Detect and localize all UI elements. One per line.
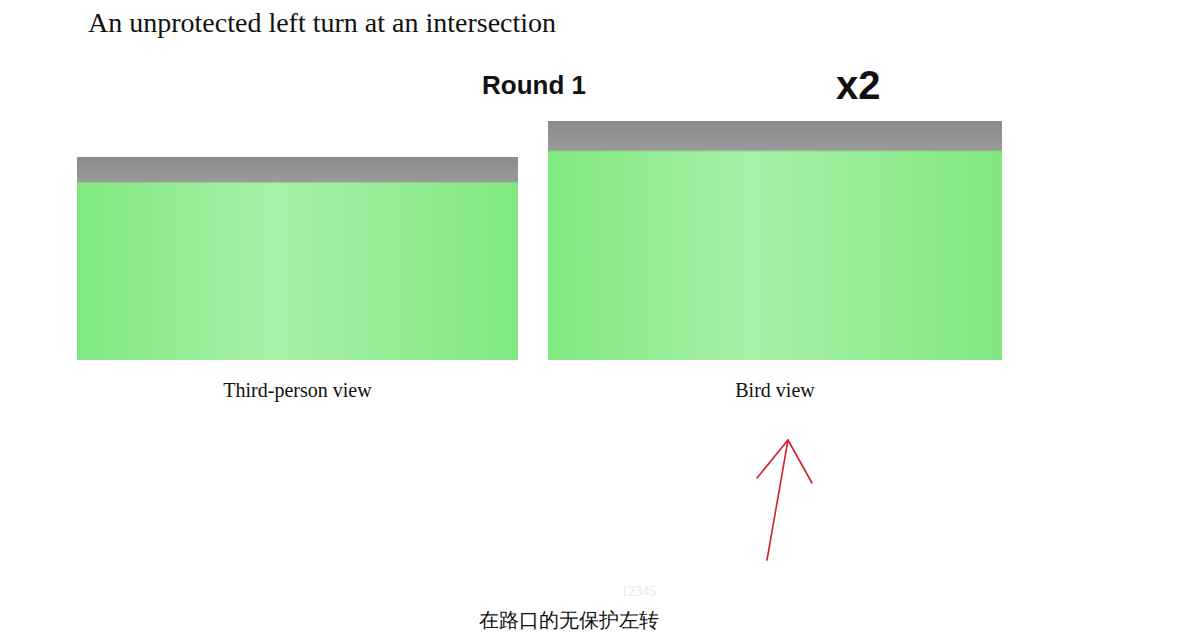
simulation-frame — [548, 121, 1002, 360]
figure: Bird view — [548, 121, 1002, 402]
annotation-arrow-icon — [750, 430, 820, 570]
figure-caption: Bird view — [735, 378, 814, 402]
slide-title: An unprotected left turn at an intersect… — [0, 0, 1187, 40]
watermark: 12345 — [621, 583, 656, 601]
footer: 12345 在路口的无保护左转 — [0, 583, 1187, 641]
figure-row: Third-person view Bird view — [0, 121, 1187, 402]
subtitle: 在路口的无保护左转 — [479, 607, 659, 633]
figure: Third-person view — [77, 121, 518, 402]
simulation-frame — [77, 157, 518, 360]
speed-label: x2 — [836, 63, 881, 107]
round-label: Round 1 — [482, 70, 586, 100]
slide: An unprotected left turn at an intersect… — [0, 0, 1187, 641]
figure-caption: Third-person view — [223, 378, 371, 402]
header-row: Round 1 x2 — [0, 60, 1187, 110]
